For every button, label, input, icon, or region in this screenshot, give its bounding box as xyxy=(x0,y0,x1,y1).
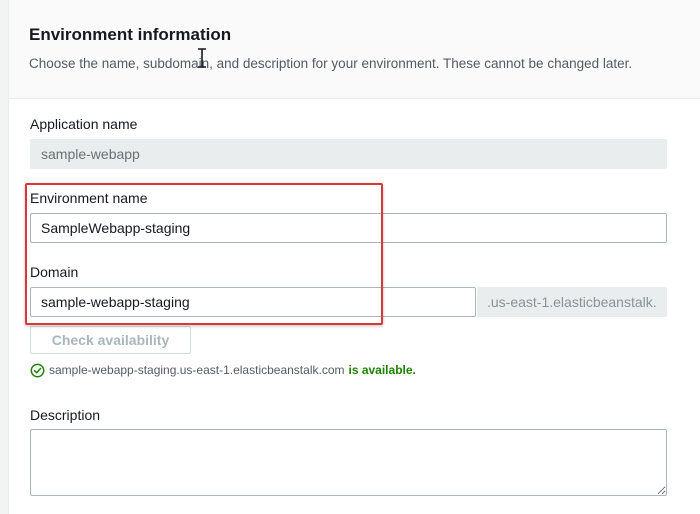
environment-name-input[interactable] xyxy=(30,213,667,243)
description-textarea[interactable] xyxy=(30,429,667,496)
check-circle-icon xyxy=(30,363,45,377)
domain-suffix: .us-east-1.elasticbeanstalk. xyxy=(477,287,667,317)
application-name-label: Application name xyxy=(30,116,138,132)
environment-information-panel: Environment information Choose the name,… xyxy=(8,0,700,514)
application-name-field: sample-webapp xyxy=(30,139,667,169)
availability-status-text: is available. xyxy=(348,363,416,377)
availability-domain-text: sample-webapp-staging.us-east-1.elasticb… xyxy=(49,363,345,377)
section-title: Environment information xyxy=(29,25,232,44)
text-cursor-icon xyxy=(198,48,206,68)
description-label: Description xyxy=(30,407,101,423)
check-availability-button[interactable]: Check availability xyxy=(30,326,191,354)
environment-name-label: Environment name xyxy=(30,190,148,206)
domain-label: Domain xyxy=(30,264,79,280)
domain-input[interactable] xyxy=(30,287,476,317)
section-description: Choose the name, subdomain, and descript… xyxy=(29,56,633,71)
panel-header: Environment information Choose the name,… xyxy=(9,0,700,99)
availability-status: sample-webapp-staging.us-east-1.elasticb… xyxy=(30,361,416,379)
